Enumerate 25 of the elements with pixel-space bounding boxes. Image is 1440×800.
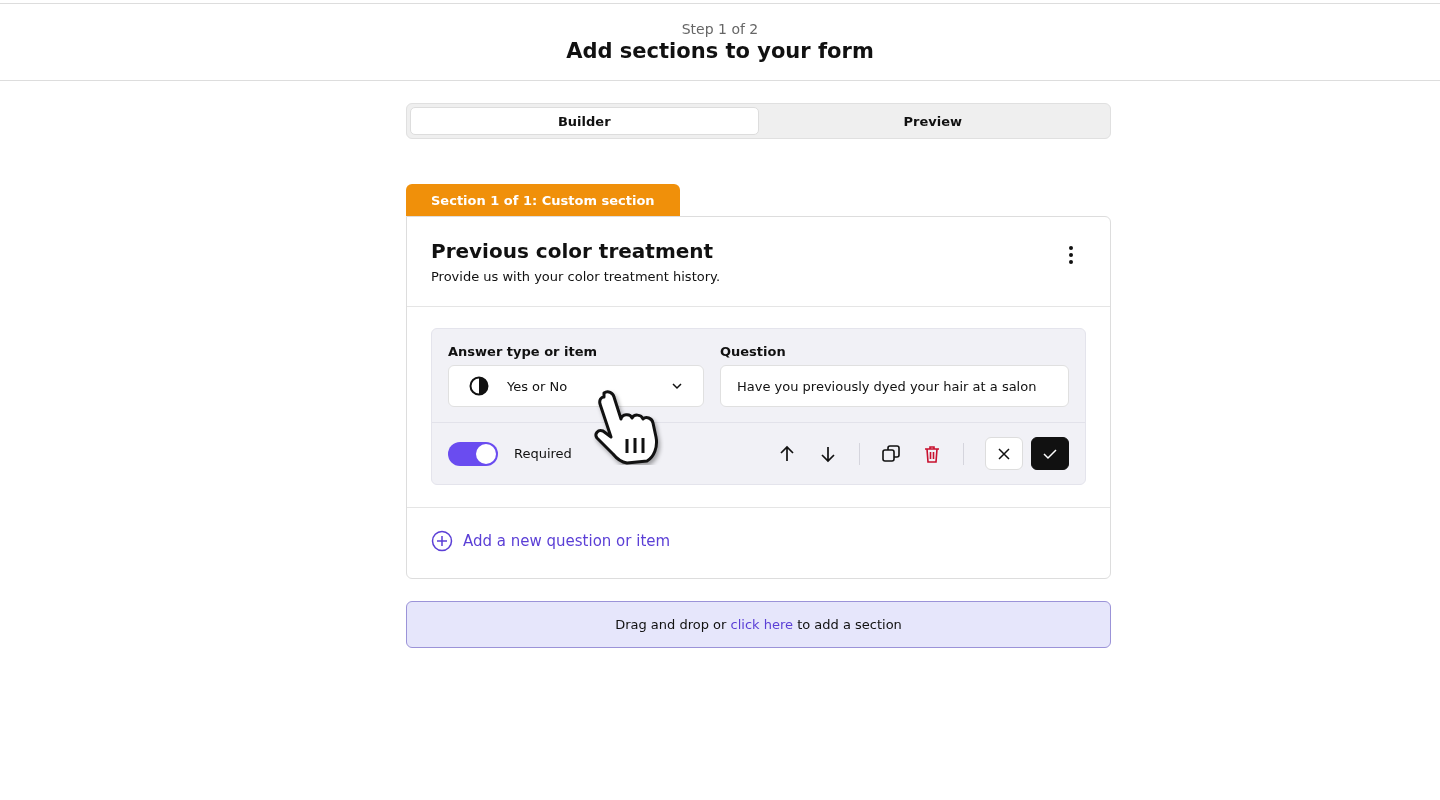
field-label: Question bbox=[720, 344, 787, 359]
add-question-link[interactable]: Add a new question or item bbox=[431, 530, 671, 552]
trash-icon[interactable] bbox=[922, 443, 942, 464]
section-title: Previous color treatment bbox=[431, 239, 715, 263]
tab[interactable]: Builder bbox=[410, 107, 759, 135]
half-circle-icon bbox=[469, 376, 489, 396]
section-description: Provide us with your color treatment history. bbox=[431, 269, 720, 284]
chevron-down-icon bbox=[671, 382, 683, 390]
duplicate-icon[interactable] bbox=[881, 443, 901, 464]
toggle-label: Required bbox=[514, 446, 572, 461]
page-title: Add sections to your form bbox=[566, 39, 874, 63]
cancel-button[interactable] bbox=[985, 437, 1023, 470]
answer-type-dropdown[interactable]: Yes or No bbox=[448, 365, 704, 407]
question-input[interactable]: Have you previously dyed your hair at a salon bbox=[720, 365, 1069, 407]
field-label: Answer type or item bbox=[448, 344, 599, 359]
more-options-icon[interactable] bbox=[1068, 245, 1074, 265]
drop-zone-text: Drag and drop or click here to add a section bbox=[615, 617, 902, 632]
step-indicator: Step 1 of 2 bbox=[681, 21, 759, 37]
check-icon bbox=[1042, 446, 1058, 461]
tab[interactable]: Preview bbox=[758, 107, 1107, 135]
add-section-link[interactable]: click here bbox=[730, 617, 793, 632]
required-toggle[interactable] bbox=[448, 441, 498, 466]
confirm-button[interactable] bbox=[1031, 437, 1069, 470]
plus-circle-icon bbox=[431, 530, 453, 552]
close-icon bbox=[997, 446, 1011, 461]
